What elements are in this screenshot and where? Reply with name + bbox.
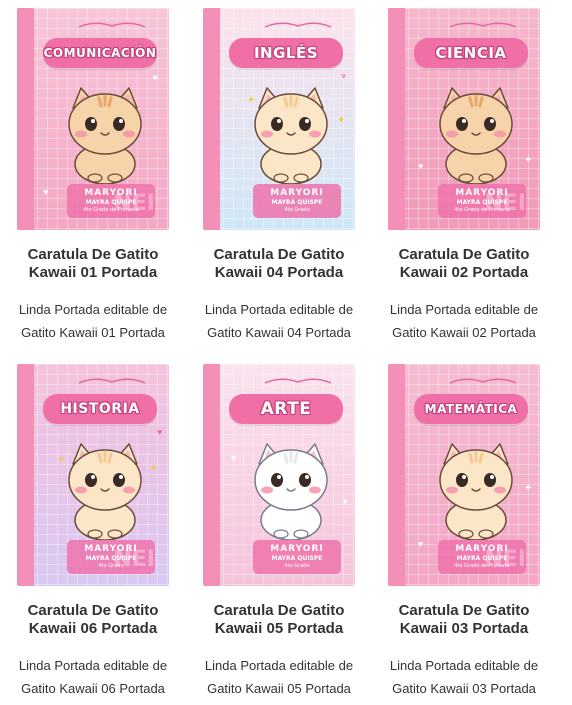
ribbon-decoration-icon: [449, 22, 517, 28]
cover-spine: [203, 364, 220, 586]
cover-spine: [17, 8, 34, 230]
kawaii-cat-icon: [439, 87, 513, 184]
sparkle-icon: ✦: [524, 155, 533, 166]
product-title-line1: Caratula De Gatito: [398, 602, 530, 619]
student-grade: 4to Grado: [284, 563, 310, 569]
heart-icon: ♥: [157, 427, 163, 437]
cover-image[interactable]: HISTORIA MARYORI MAYRA QUISPE 4to Grado …: [17, 364, 169, 586]
product-description: Linda Portada editable de Gatito Kawaii …: [380, 654, 548, 700]
student-name: MARYORI: [270, 544, 324, 554]
product-description-line1: Linda Portada editable de: [389, 302, 539, 317]
kawaii-cat-icon: [68, 87, 142, 184]
heart-icon: ♥: [418, 539, 424, 549]
subject-banner: ARTE: [229, 394, 343, 424]
name-plate: MARYORI MAYRA QUISPE 4to Grado: [253, 540, 341, 574]
heart-icon: ♥: [231, 453, 237, 463]
product-title-line2: Kawaii 05 Portada: [214, 620, 344, 637]
student-surname: MAYRA QUISPE: [271, 199, 323, 206]
sparkle-icon: ✦: [151, 73, 160, 84]
cover-spine: [388, 8, 405, 230]
sparkle-icon: ✦: [247, 95, 256, 106]
product-title-line1: Caratula De Gatito: [213, 602, 345, 619]
product-title-line2: Kawaii 06 Portada: [28, 620, 158, 637]
ribbon-decoration-icon: [264, 22, 332, 28]
cover-spine: [203, 8, 220, 230]
sparkle-icon: ✦: [149, 463, 158, 474]
cover-image[interactable]: ARTE MARYORI MAYRA QUISPE 4to Grado ♥ ✦: [203, 364, 355, 586]
cover-spine: [388, 364, 405, 586]
product-description-line1: Linda Portada editable de: [389, 658, 539, 673]
subject-banner: COMUNICACIÓN: [43, 38, 157, 68]
ribbon-decoration-icon: [449, 378, 517, 384]
subject-label: COMUNICACIÓN: [43, 46, 157, 60]
product-title-line1: Caratula De Gatito: [27, 602, 159, 619]
product-description-line2: Gatito Kawaii 01 Portada: [21, 325, 165, 340]
sparkle-icon: ✦: [57, 455, 66, 466]
watermark: NEI: [113, 191, 155, 216]
product-description: Linda Portada editable de Gatito Kawaii …: [195, 654, 363, 700]
product-title-link[interactable]: Caratula De Gatito Kawaii 01 Portada: [9, 246, 177, 282]
product-title-line2: Kawaii 04 Portada: [214, 264, 344, 281]
product-title-line1: Caratula De Gatito: [213, 246, 345, 263]
kawaii-cat-icon: [68, 443, 142, 540]
product-description-line2: Gatito Kawaii 05 Portada: [207, 681, 351, 696]
subject-label: CIENCIA: [435, 44, 507, 62]
kawaii-cat-icon: [439, 443, 513, 540]
product-description-line2: Gatito Kawaii 03 Portada: [392, 681, 536, 696]
cover-image[interactable]: MATEMÁTICA MARYORI MAYRA QUISPE 4to Grad…: [388, 364, 540, 586]
product-description: Linda Portada editable de Gatito Kawaii …: [9, 654, 177, 700]
product-title-link[interactable]: Caratula De Gatito Kawaii 04 Portada: [195, 246, 363, 282]
product-description-line2: Gatito Kawaii 04 Portada: [207, 325, 351, 340]
subject-banner: INGLÉS: [229, 38, 343, 68]
product-title-link[interactable]: Caratula De Gatito Kawaii 05 Portada: [195, 602, 363, 638]
subject-label: ARTE: [260, 399, 312, 419]
product-title-line1: Caratula De Gatito: [27, 246, 159, 263]
cover-image[interactable]: CIENCIA MARYORI MAYRA QUISPE 4to Grado d…: [388, 8, 540, 230]
subject-banner: HISTORIA: [43, 394, 157, 424]
product-description-line2: Gatito Kawaii 02 Portada: [392, 325, 536, 340]
heart-icon: ♥: [341, 71, 347, 81]
subject-banner: CIENCIA: [414, 38, 528, 68]
subject-banner: MATEMÁTICA: [414, 394, 528, 424]
product-description-line2: Gatito Kawaii 06 Portada: [21, 681, 165, 696]
product-title-line2: Kawaii 03 Portada: [399, 620, 529, 637]
product-description-line1: Linda Portada editable de: [204, 302, 354, 317]
watermark: NEI: [113, 547, 155, 572]
cover-image[interactable]: COMUNICACIÓN MARYORI MAYRA QUISPE 4to Gr…: [17, 8, 169, 230]
sparkle-icon: ✦: [524, 483, 533, 494]
heart-icon: ♥: [43, 187, 49, 197]
product-description-line1: Linda Portada editable de: [18, 658, 168, 673]
subject-label: INGLÉS: [253, 44, 319, 62]
product-title-link[interactable]: Caratula De Gatito Kawaii 06 Portada: [9, 602, 177, 638]
student-surname: MAYRA QUISPE: [271, 555, 323, 562]
product-description: Linda Portada editable de Gatito Kawaii …: [9, 298, 177, 344]
product-title-line1: Caratula De Gatito: [398, 246, 530, 263]
product-title-link[interactable]: Caratula De Gatito Kawaii 02 Portada: [380, 246, 548, 282]
cover-image[interactable]: INGLÉS MARYORI MAYRA QUISPE 4to Grado ✦ …: [203, 8, 355, 230]
product-title-line2: Kawaii 01 Portada: [28, 264, 158, 281]
cover-spine: [17, 364, 34, 586]
subject-label: HISTORIA: [60, 401, 140, 417]
ribbon-decoration-icon: [78, 22, 146, 28]
sparkle-icon: ✦: [337, 115, 346, 126]
product-description-line1: Linda Portada editable de: [18, 302, 168, 317]
product-title-link[interactable]: Caratula De Gatito Kawaii 03 Portada: [380, 602, 548, 638]
student-grade: 4to Grado: [284, 207, 310, 213]
product-description: Linda Portada editable de Gatito Kawaii …: [380, 298, 548, 344]
kawaii-cat-icon: [254, 443, 328, 540]
watermark: NEI: [484, 191, 526, 216]
subject-label: MATEMÁTICA: [424, 402, 518, 416]
product-description: Linda Portada editable de Gatito Kawaii …: [195, 298, 363, 344]
name-plate: MARYORI MAYRA QUISPE 4to Grado: [253, 184, 341, 218]
product-title-line2: Kawaii 02 Portada: [399, 264, 529, 281]
ribbon-decoration-icon: [264, 378, 332, 384]
heart-icon: ♥: [418, 161, 424, 171]
kawaii-cat-icon: [254, 87, 328, 184]
ribbon-decoration-icon: [78, 378, 146, 384]
product-grid: COMUNICACIÓN MARYORI MAYRA QUISPE 4to Gr…: [0, 0, 572, 705]
student-name: MARYORI: [270, 188, 324, 198]
watermark: NEI: [484, 547, 526, 572]
sparkle-icon: ✦: [341, 497, 350, 508]
product-description-line1: Linda Portada editable de: [204, 658, 354, 673]
